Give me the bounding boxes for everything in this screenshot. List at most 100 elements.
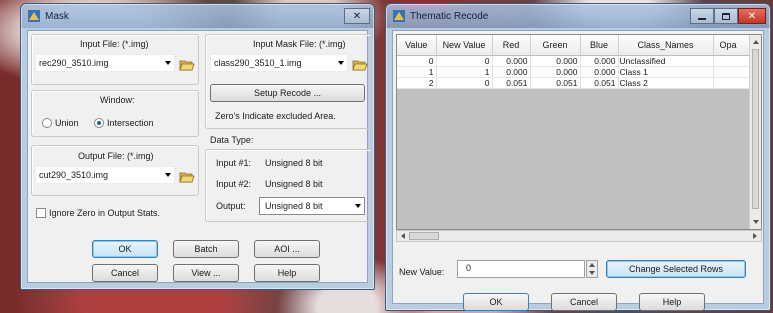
- cell-green[interactable]: 0.000: [530, 55, 581, 67]
- batch-button[interactable]: Batch: [173, 240, 239, 258]
- input-file-label: Input File: (*.img): [80, 39, 149, 49]
- table-row[interactable]: 2 0 0.051 0.051 0.051 Class 2: [397, 77, 752, 89]
- table-header-row: Value New Value Red Green Blue Class_Nam…: [397, 35, 752, 56]
- cell-opacity[interactable]: [713, 66, 752, 78]
- input-file-combo[interactable]: rec290_3510.img: [35, 54, 175, 72]
- input-file-value: rec290_3510.img: [39, 58, 109, 68]
- recode-dialog: Thematic Recode ✕ Value New Value Red Gr…: [385, 3, 771, 311]
- recode-table-area: Value New Value Red Green Blue Class_Nam…: [396, 34, 762, 230]
- maximize-button[interactable]: [714, 8, 738, 24]
- cell-value[interactable]: 2: [397, 77, 437, 89]
- input2-value: Unsigned 8 bit: [265, 179, 323, 189]
- cell-class-name[interactable]: Unclassified: [618, 55, 714, 67]
- recode-help-button[interactable]: Help: [639, 293, 705, 311]
- minimize-icon: [698, 18, 706, 20]
- cell-class-name[interactable]: Class 1: [618, 66, 714, 78]
- col-header-blue[interactable]: Blue: [580, 35, 619, 56]
- input-mask-label: Input Mask File: (*.img): [253, 39, 346, 49]
- cell-red[interactable]: 0.000: [492, 66, 531, 78]
- mask-titlebar[interactable]: Mask: [21, 4, 374, 28]
- chevron-down-icon: [338, 61, 344, 65]
- col-header-class-names[interactable]: Class_Names: [618, 35, 714, 56]
- new-value-input[interactable]: 0: [457, 260, 585, 278]
- spin-down-icon[interactable]: [587, 269, 597, 277]
- zero-note: Zero's Indicate excluded Area.: [215, 111, 336, 121]
- cell-red[interactable]: 0.000: [492, 55, 531, 67]
- help-button[interactable]: Help: [254, 264, 320, 282]
- scroll-left-icon[interactable]: [398, 231, 408, 241]
- output-file-combo[interactable]: cut290_3510.img: [35, 166, 175, 184]
- change-selected-rows-button[interactable]: Change Selected Rows: [606, 260, 746, 278]
- close-button[interactable]: ✕: [344, 8, 370, 24]
- window-label: Window:: [100, 95, 135, 105]
- intersection-radio[interactable]: [94, 118, 104, 128]
- union-radio[interactable]: [42, 118, 52, 128]
- cell-new-value[interactable]: 0: [436, 77, 493, 89]
- cell-green[interactable]: 0.000: [530, 66, 581, 78]
- vertical-scroll-thumb[interactable]: [752, 49, 759, 209]
- recode-close-button[interactable]: ✕: [738, 8, 766, 24]
- cell-green[interactable]: 0.051: [530, 77, 581, 89]
- ignore-zero-checkbox[interactable]: [36, 208, 46, 218]
- horizontal-scrollbar[interactable]: [396, 230, 762, 242]
- horizontal-scroll-thumb[interactable]: [409, 232, 439, 240]
- input2-label: Input #2:: [216, 179, 252, 189]
- cell-blue[interactable]: 0.000: [580, 55, 619, 67]
- ok-button[interactable]: OK: [92, 240, 158, 258]
- input-mask-combo[interactable]: class290_3510_1.img: [210, 54, 348, 72]
- output-file-value: cut290_3510.img: [39, 170, 109, 180]
- col-header-new-value[interactable]: New Value: [436, 35, 493, 56]
- mask-app-icon: [28, 10, 40, 22]
- col-header-green[interactable]: Green: [530, 35, 581, 56]
- scroll-up-icon[interactable]: [750, 37, 762, 47]
- folder-open-icon[interactable]: [179, 58, 195, 71]
- cell-blue[interactable]: 0.051: [580, 77, 619, 89]
- folder-open-icon[interactable]: [352, 58, 368, 71]
- cell-blue[interactable]: 0.000: [580, 66, 619, 78]
- col-header-opacity[interactable]: Opa: [713, 35, 752, 56]
- spin-up-icon[interactable]: [587, 261, 597, 269]
- cell-value[interactable]: 1: [397, 66, 437, 78]
- scroll-down-icon[interactable]: [750, 217, 762, 227]
- output-file-label: Output File: (*.img): [78, 151, 154, 161]
- scroll-right-icon[interactable]: [750, 231, 760, 241]
- cell-value[interactable]: 0: [397, 55, 437, 67]
- col-header-red[interactable]: Red: [492, 35, 531, 56]
- aoi-button[interactable]: AOI ...: [254, 240, 320, 258]
- setup-recode-button[interactable]: Setup Recode ...: [210, 84, 365, 102]
- new-value-text: 0: [466, 263, 472, 273]
- table-row[interactable]: 1 1 0.000 0.000 0.000 Class 1: [397, 66, 752, 78]
- recode-ok-button[interactable]: OK: [463, 293, 529, 311]
- input1-label: Input #1:: [216, 158, 252, 168]
- view-button[interactable]: View ...: [173, 264, 239, 282]
- mask-title: Mask: [45, 10, 69, 22]
- chevron-down-icon: [165, 61, 171, 65]
- close-icon: ✕: [747, 10, 757, 22]
- new-value-spinner[interactable]: [586, 260, 598, 278]
- cell-red[interactable]: 0.051: [492, 77, 531, 89]
- cell-class-name[interactable]: Class 2: [618, 77, 714, 89]
- intersection-label[interactable]: Intersection: [107, 118, 154, 128]
- col-header-value[interactable]: Value: [397, 35, 437, 56]
- chevron-down-icon: [165, 173, 171, 177]
- minimize-button[interactable]: [690, 8, 714, 24]
- cell-new-value[interactable]: 1: [436, 66, 493, 78]
- ignore-zero-label[interactable]: Ignore Zero in Output Stats.: [49, 208, 160, 218]
- input1-value: Unsigned 8 bit: [265, 158, 323, 168]
- mask-client: Input File: (*.img) rec290_3510.img Inpu…: [27, 30, 372, 283]
- mask-dialog: Mask ✕ Input File: (*.img) rec290_3510.i…: [20, 3, 375, 290]
- data-type-label: Data Type:: [210, 135, 254, 145]
- union-label[interactable]: Union: [55, 118, 79, 128]
- folder-open-icon[interactable]: [179, 170, 195, 183]
- vertical-scrollbar[interactable]: [749, 35, 761, 229]
- table-row[interactable]: 0 0 0.000 0.000 0.000 Unclassified: [397, 55, 752, 67]
- cancel-button[interactable]: Cancel: [92, 264, 158, 282]
- cell-opacity[interactable]: [713, 55, 752, 67]
- output-type-value: Unsigned 8 bit: [265, 201, 323, 211]
- recode-client: Value New Value Red Green Blue Class_Nam…: [392, 30, 764, 311]
- new-value-label: New Value:: [399, 267, 445, 277]
- recode-cancel-button[interactable]: Cancel: [551, 293, 617, 311]
- cell-opacity[interactable]: [713, 77, 752, 89]
- cell-new-value[interactable]: 0: [436, 55, 493, 67]
- output-type-select[interactable]: Unsigned 8 bit: [259, 197, 365, 215]
